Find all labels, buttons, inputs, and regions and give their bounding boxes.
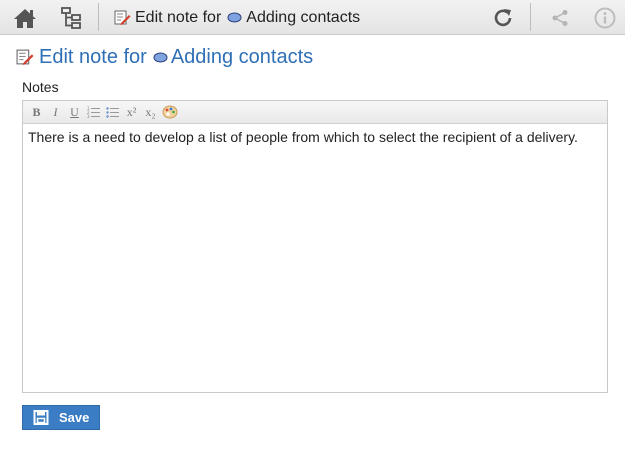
note-edit-icon xyxy=(114,10,131,25)
underline-button[interactable]: U xyxy=(65,103,84,122)
ordered-list-button[interactable]: 1 2 3 xyxy=(84,103,103,122)
toolbar-divider-right xyxy=(530,3,531,31)
use-case-icon xyxy=(227,12,242,23)
notes-content[interactable]: There is a need to develop a list of peo… xyxy=(23,124,607,150)
superscript-button[interactable]: x² xyxy=(122,103,141,122)
info-button[interactable] xyxy=(590,0,620,35)
bullet-list-icon xyxy=(106,107,119,118)
ordered-list-icon: 1 2 3 xyxy=(87,106,100,118)
italic-button[interactable]: I xyxy=(46,103,65,122)
notes-label: Notes xyxy=(22,79,59,95)
editor-toolbar: B I U 1 2 3 x² x₂ xyxy=(23,101,607,124)
toolbar-title-prefix: Edit note for xyxy=(135,8,222,26)
color-button[interactable] xyxy=(160,103,179,122)
save-icon xyxy=(33,410,49,425)
toolbar-title: Edit note for Adding contacts xyxy=(114,0,360,35)
toolbar-title-element: Adding contacts xyxy=(246,8,361,26)
top-toolbar: Edit note for Adding contacts xyxy=(0,0,625,35)
home-icon xyxy=(14,8,36,28)
use-case-icon xyxy=(153,52,168,62)
bullet-list-button[interactable] xyxy=(103,103,122,122)
note-edit-icon xyxy=(16,49,34,65)
info-icon xyxy=(594,7,616,28)
bold-button[interactable]: B xyxy=(27,103,46,122)
page-title: Edit note for Adding contacts xyxy=(16,44,313,70)
hierarchy-icon xyxy=(61,6,81,29)
page-title-prefix: Edit note for xyxy=(39,45,147,68)
palette-icon xyxy=(162,105,177,119)
refresh-button[interactable] xyxy=(488,0,518,35)
save-button[interactable]: Save xyxy=(22,405,100,430)
svg-text:3: 3 xyxy=(87,114,90,118)
subscript-button[interactable]: x₂ xyxy=(141,103,160,122)
page-title-element: Adding contacts xyxy=(170,45,314,68)
home-button[interactable] xyxy=(10,0,40,35)
share-button[interactable] xyxy=(545,0,575,35)
share-icon xyxy=(552,9,568,26)
hierarchy-button[interactable] xyxy=(56,0,86,35)
refresh-icon xyxy=(494,8,512,26)
notes-editor: B I U 1 2 3 x² x₂ There is a need to dev… xyxy=(22,100,608,393)
toolbar-divider xyxy=(98,3,99,31)
save-label: Save xyxy=(59,410,90,425)
